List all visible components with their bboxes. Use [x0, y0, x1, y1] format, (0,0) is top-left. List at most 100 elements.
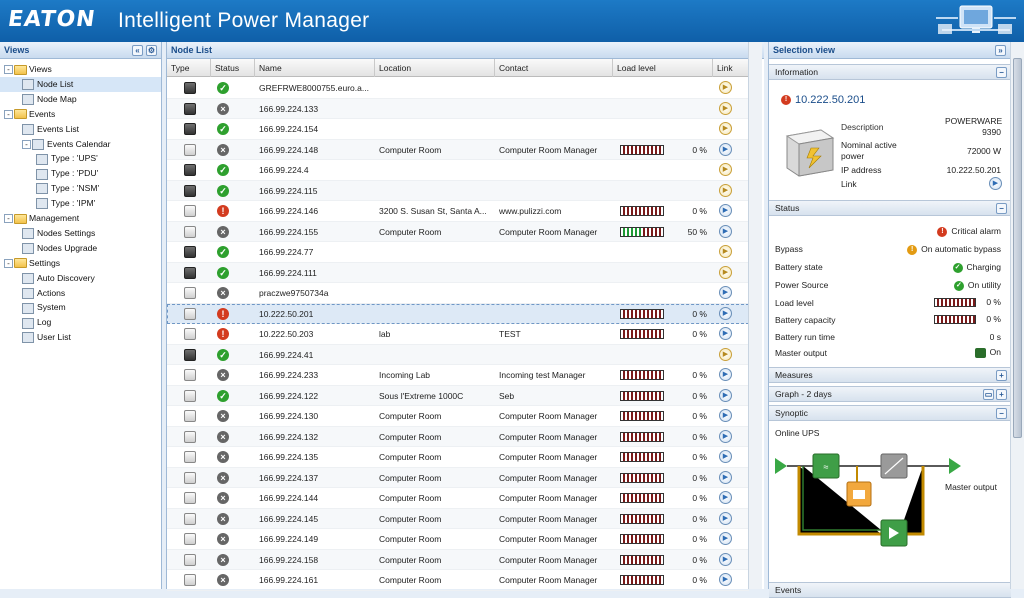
tree-item[interactable]: Actions: [0, 286, 161, 301]
settings-icon[interactable]: ⚙: [146, 45, 157, 56]
collapse-right-icon[interactable]: »: [995, 45, 1006, 56]
column-header-link[interactable]: Link: [713, 59, 749, 77]
node-link-icon[interactable]: ▶: [719, 491, 732, 504]
collapse-information-icon[interactable]: −: [996, 67, 1007, 78]
tree-item[interactable]: Type : 'PDU': [0, 166, 161, 181]
device-link-icon[interactable]: ▶: [989, 177, 1002, 190]
node-link-icon[interactable]: ▶: [719, 409, 732, 422]
tree-item[interactable]: Node Map: [0, 92, 161, 107]
table-row[interactable]: ! 10.222.50.203 lab TEST 0 % ▶: [167, 324, 749, 345]
tree-item[interactable]: Nodes Upgrade: [0, 241, 161, 256]
node-link-icon[interactable]: ▶: [719, 306, 732, 320]
tree-item[interactable]: Nodes Settings: [0, 226, 161, 241]
table-row[interactable]: ✓ 166.99.224.111 ▶: [167, 262, 749, 283]
table-row[interactable]: × 166.99.224.158 Computer Room Computer Roo…: [167, 549, 749, 570]
node-list-scrollbar[interactable]: [748, 42, 762, 589]
table-row[interactable]: ✓ 166.99.224.115 ▶: [167, 180, 749, 201]
table-row[interactable]: ✓ 166.99.224.41 ▶: [167, 344, 749, 365]
column-header-location[interactable]: Location: [375, 59, 495, 77]
table-row[interactable]: × 166.99.224.233 Incoming Lab Incoming test…: [167, 365, 749, 386]
node-link-icon[interactable]: ▶: [719, 532, 732, 545]
collapse-toggle-icon[interactable]: -: [4, 258, 13, 268]
node-link-icon[interactable]: ▶: [719, 347, 732, 361]
tree-item[interactable]: - Events Calendar: [0, 137, 161, 152]
table-row[interactable]: × 166.99.224.145 Computer Room Computer Roo…: [167, 508, 749, 529]
table-row[interactable]: ! 166.99.224.146 3200 S. Susan St, Santa A…: [167, 201, 749, 222]
node-link-icon[interactable]: ▶: [719, 573, 732, 586]
tree-item[interactable]: Type : 'IPM': [0, 196, 161, 211]
column-header-contact[interactable]: Contact: [495, 59, 613, 77]
table-row[interactable]: × praczwe9750734a ▶: [167, 283, 749, 304]
collapse-toggle-icon[interactable]: -: [4, 214, 13, 224]
table-row[interactable]: × 166.99.224.137 Computer Room Computer Roo…: [167, 467, 749, 488]
node-link-icon[interactable]: ▶: [719, 368, 732, 381]
collapse-toggle-icon[interactable]: -: [4, 109, 13, 119]
node-link-icon[interactable]: ▶: [719, 142, 732, 156]
collapse-status-icon[interactable]: −: [996, 203, 1007, 214]
table-row[interactable]: × 166.99.224.135 Computer Room Computer Roo…: [167, 447, 749, 468]
tree-item[interactable]: Type : 'NSM': [0, 181, 161, 196]
table-row[interactable]: ✓ 166.99.224.77 ▶: [167, 242, 749, 263]
node-link-icon[interactable]: ▶: [719, 204, 732, 217]
node-link-icon[interactable]: ▶: [719, 163, 732, 176]
tree-item[interactable]: Log: [0, 315, 161, 330]
collapse-toggle-icon[interactable]: -: [4, 65, 13, 75]
table-row[interactable]: × 166.99.224.133 ▶: [167, 98, 749, 119]
graph-section-header[interactable]: Graph - 2 days ▭ +: [769, 386, 1011, 402]
node-link-icon[interactable]: ▶: [719, 470, 732, 484]
tree-item[interactable]: System: [0, 300, 161, 315]
table-row[interactable]: × 166.99.224.144 Computer Room Computer Roo…: [167, 488, 749, 509]
tree-item[interactable]: - Settings: [0, 256, 161, 271]
tree-item[interactable]: Events List: [0, 122, 161, 137]
expand-measures-icon[interactable]: +: [996, 370, 1007, 381]
tree-item[interactable]: - Management: [0, 211, 161, 226]
node-link-icon[interactable]: ▶: [719, 388, 732, 402]
table-row[interactable]: × 166.99.224.155 Computer Room Computer Roo…: [167, 221, 749, 242]
scrollbar-thumb[interactable]: [1013, 58, 1022, 438]
collapse-left-icon[interactable]: «: [132, 45, 143, 56]
table-row[interactable]: × 166.99.224.130 Computer Room Computer Roo…: [167, 406, 749, 427]
column-header-type[interactable]: Type: [167, 59, 211, 77]
expand-graph-icon[interactable]: +: [996, 389, 1007, 400]
table-row[interactable]: × 166.99.224.132 Computer Room Computer Roo…: [167, 426, 749, 447]
tree-item[interactable]: - Views: [0, 62, 161, 77]
tree-item[interactable]: Node List: [0, 76, 161, 92]
synoptic-section-header[interactable]: Synoptic −: [769, 405, 1011, 421]
node-link-icon[interactable]: ▶: [719, 327, 732, 340]
selection-view-scrollbar[interactable]: [1010, 42, 1024, 589]
node-link-icon[interactable]: ▶: [719, 224, 732, 238]
table-row[interactable]: ✓ GREFRWE8000755.euro.a... ▶: [167, 78, 749, 99]
table-row[interactable]: × 166.99.224.149 Computer Room Computer Roo…: [167, 529, 749, 550]
table-row[interactable]: ✓ 166.99.224.154 ▶: [167, 119, 749, 140]
node-link-icon[interactable]: ▶: [719, 450, 732, 463]
node-link-icon[interactable]: ▶: [719, 122, 732, 135]
node-link-icon[interactable]: ▶: [719, 429, 732, 443]
events-section-header[interactable]: Events: [769, 582, 1011, 598]
table-row[interactable]: × 166.99.224.161 Computer Room Computer Roo…: [167, 570, 749, 591]
node-link-icon[interactable]: ▶: [719, 81, 732, 94]
node-link-icon[interactable]: ▶: [719, 183, 732, 197]
measures-section-header[interactable]: Measures +: [769, 367, 1011, 383]
table-row[interactable]: ✓ 166.99.224.4 ▶: [167, 160, 749, 181]
node-link-icon[interactable]: ▶: [719, 101, 732, 115]
node-link-icon[interactable]: ▶: [719, 245, 732, 258]
tree-item[interactable]: Type : 'UPS': [0, 151, 161, 166]
collapse-toggle-icon[interactable]: -: [22, 139, 31, 149]
column-header-load-level[interactable]: Load level: [613, 59, 713, 77]
column-header-status[interactable]: Status: [211, 59, 255, 77]
column-header-name[interactable]: Name: [255, 59, 375, 77]
tree-item[interactable]: User List: [0, 330, 161, 345]
graph-window-icon[interactable]: ▭: [983, 389, 994, 400]
tree-item[interactable]: Auto Discovery: [0, 271, 161, 286]
status-section-header[interactable]: Status −: [769, 200, 1011, 216]
collapse-synoptic-icon[interactable]: −: [996, 408, 1007, 419]
table-row[interactable]: ! 10.222.50.201 0 % ▶: [167, 303, 749, 324]
node-link-icon[interactable]: ▶: [719, 265, 732, 279]
node-link-icon[interactable]: ▶: [719, 552, 732, 566]
tree-item[interactable]: - Events: [0, 107, 161, 122]
node-link-icon[interactable]: ▶: [719, 511, 732, 525]
table-row[interactable]: × 166.99.224.148 Computer Room Computer Roo…: [167, 139, 749, 160]
information-section-header[interactable]: Information −: [769, 64, 1011, 80]
node-link-icon[interactable]: ▶: [719, 286, 732, 299]
table-row[interactable]: ✓ 166.99.224.122 Sous l'Extreme 1000C Seb 0 …: [167, 385, 749, 406]
